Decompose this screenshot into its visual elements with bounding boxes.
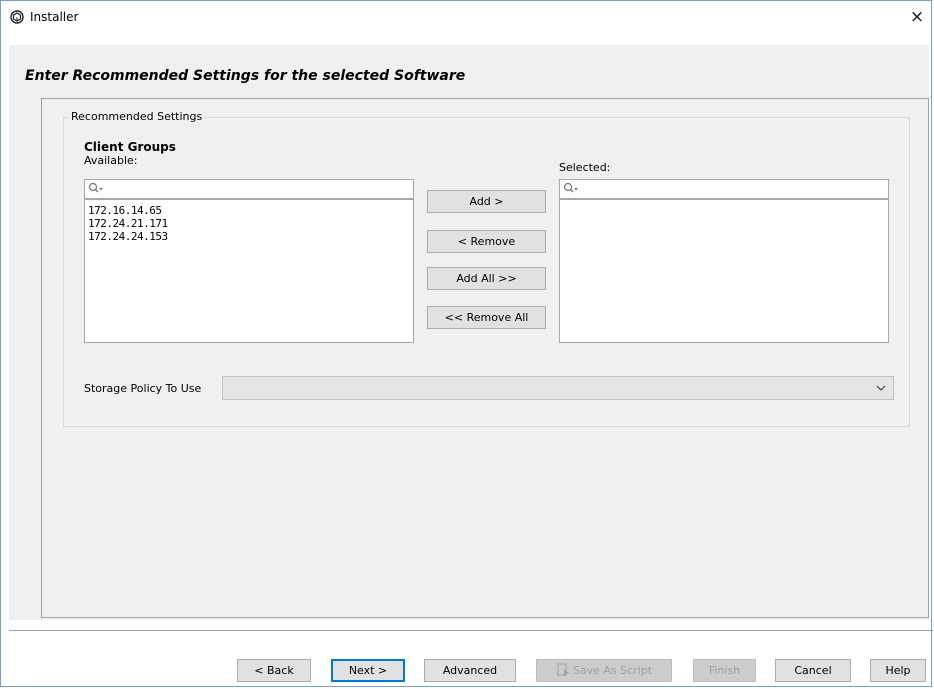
footer-divider: [9, 630, 933, 631]
installer-app-icon: [10, 10, 24, 24]
page-heading: Enter Recommended Settings for the selec…: [25, 68, 466, 84]
next-button[interactable]: Next >: [331, 659, 405, 682]
add-all-button[interactable]: Add All >>: [427, 267, 546, 290]
selected-search-input[interactable]: [559, 179, 889, 199]
recommended-settings-legend: Recommended Settings: [69, 110, 205, 123]
window-title: Installer: [30, 10, 79, 24]
advanced-button[interactable]: Advanced: [424, 659, 516, 682]
help-button[interactable]: Help: [870, 659, 926, 682]
close-button[interactable]: ×: [903, 4, 931, 30]
client-groups-label: Client Groups: [84, 140, 176, 154]
search-dropdown-icon: [88, 182, 103, 193]
cancel-button[interactable]: Cancel: [775, 659, 851, 682]
remove-all-button[interactable]: << Remove All: [427, 306, 546, 329]
available-search-input[interactable]: [84, 179, 414, 199]
selected-list[interactable]: [559, 199, 889, 343]
list-item[interactable]: 172.24.24.153: [85, 230, 413, 243]
installer-window: Installer × Enter Recommended Settings f…: [0, 0, 933, 687]
available-list[interactable]: 172.16.14.65 172.24.21.171 172.24.24.153: [84, 199, 414, 343]
finish-button: Finish: [693, 659, 756, 682]
search-dropdown-icon: [563, 182, 578, 193]
selected-label: Selected:: [559, 161, 611, 174]
available-label: Available:: [84, 154, 138, 167]
save-as-script-label: Save As Script: [572, 664, 653, 677]
storage-policy-label: Storage Policy To Use: [84, 382, 202, 395]
chevron-down-icon: [876, 385, 886, 391]
add-button[interactable]: Add >: [427, 190, 546, 213]
title-bar: Installer ×: [1, 1, 931, 35]
list-item[interactable]: 172.16.14.65: [85, 204, 413, 217]
script-icon: [557, 663, 569, 676]
storage-policy-select[interactable]: [222, 376, 894, 400]
remove-button[interactable]: < Remove: [427, 230, 546, 253]
list-item[interactable]: 172.24.21.171: [85, 217, 413, 230]
back-button[interactable]: < Back: [237, 659, 311, 682]
save-as-script-button: Save As Script: [536, 659, 672, 682]
